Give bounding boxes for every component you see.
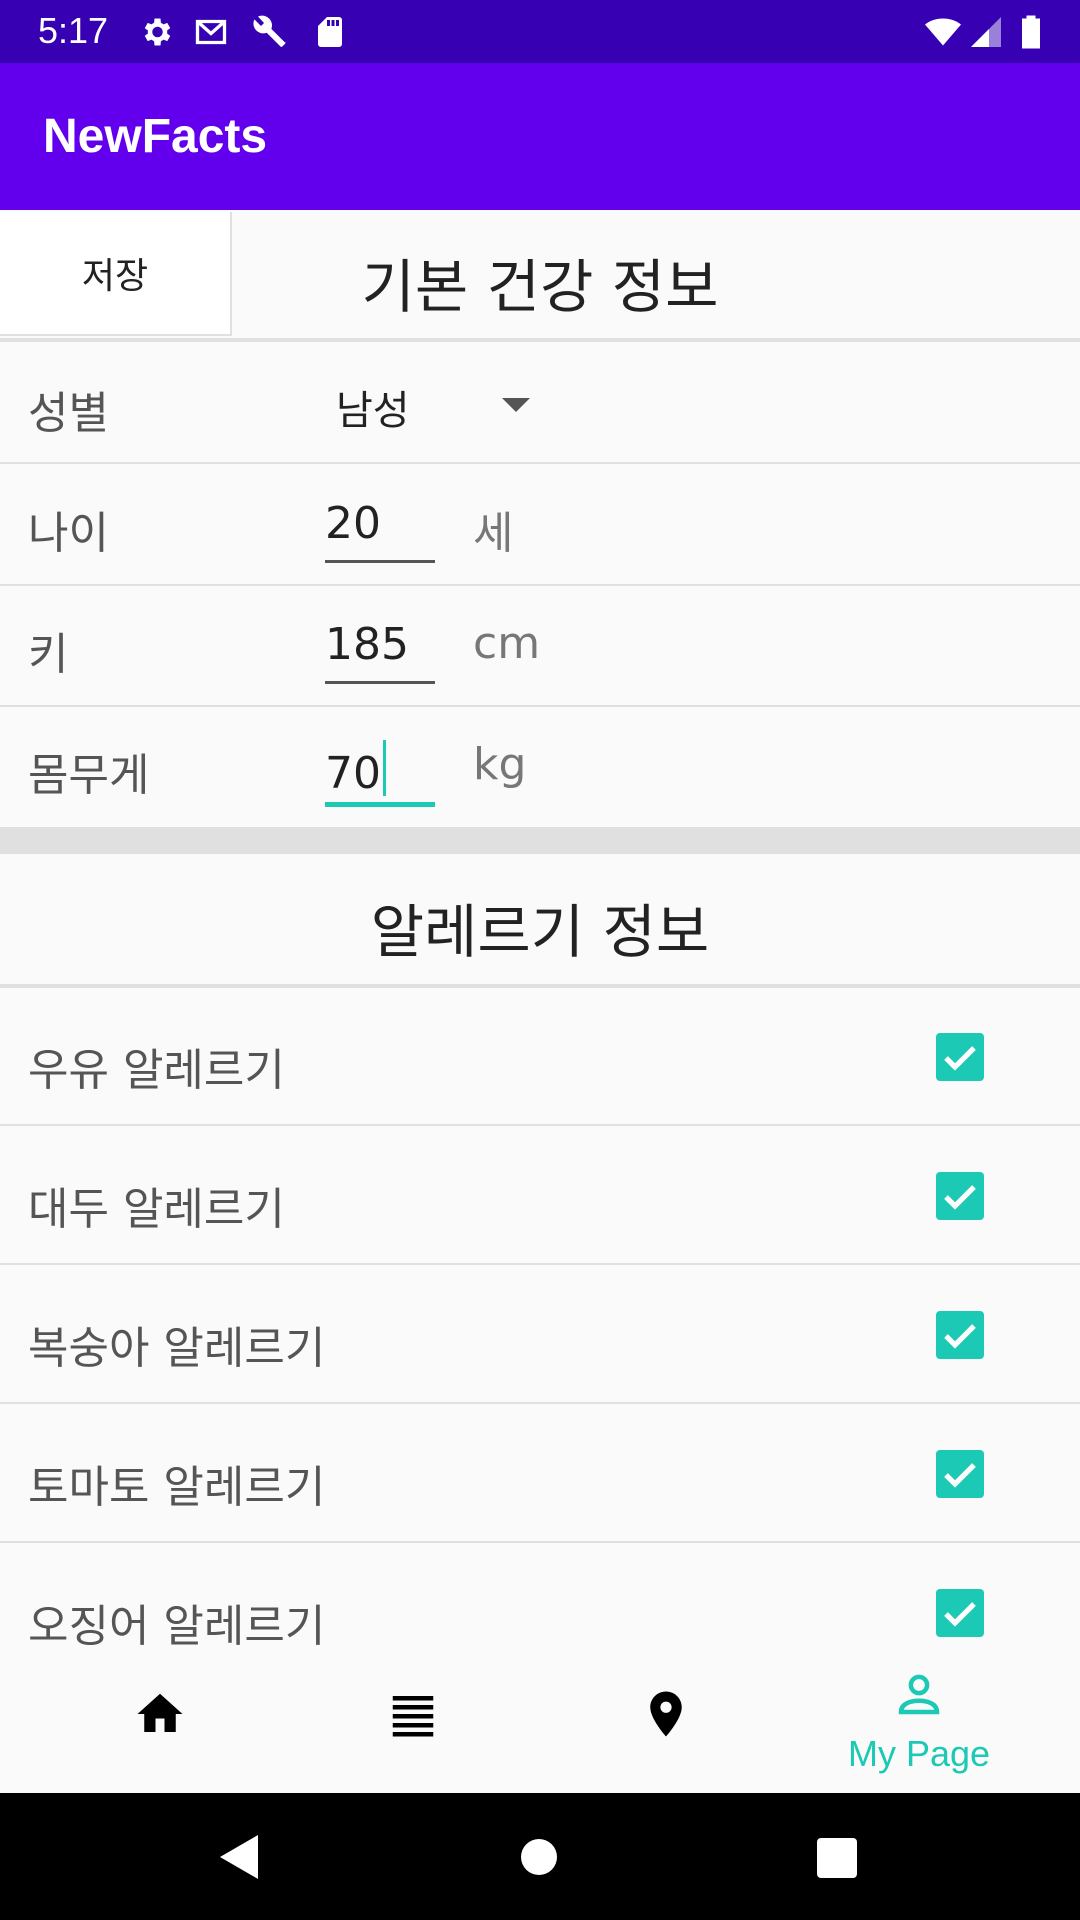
divider <box>0 338 1080 342</box>
signal-icon <box>971 17 1001 47</box>
wrench-icon <box>253 15 286 47</box>
gender-select[interactable]: 남성 <box>336 378 410 436</box>
checkmark-icon <box>944 1185 976 1210</box>
nav-map[interactable] <box>531 1645 801 1793</box>
allergy-label: 우유 알레르기 <box>28 1045 285 1096</box>
dropdown-arrow-icon[interactable] <box>502 398 530 412</box>
person-icon <box>898 1674 940 1715</box>
location-pin-icon <box>650 1691 682 1737</box>
divider <box>0 584 1080 586</box>
divider <box>0 1541 1080 1543</box>
weight-label: 몸무게 <box>28 750 150 801</box>
settings-icon <box>144 18 171 46</box>
divider <box>0 1263 1080 1265</box>
status-bar: 5:17 <box>0 0 1080 63</box>
status-time: 5:17 <box>38 10 109 51</box>
list-icon <box>392 1696 434 1737</box>
basic-health-title: 기본 건강 정보 <box>361 253 719 321</box>
home-icon <box>137 1693 183 1732</box>
gmail-icon <box>195 19 227 45</box>
weight-input-underline <box>325 802 435 807</box>
allergy-label: 토마토 알레르기 <box>28 1462 326 1513</box>
age-label: 나이 <box>28 508 109 559</box>
allergy-title: 알레르기 정보 <box>370 898 710 966</box>
weight-input-value: 70 <box>325 748 381 799</box>
height-unit: cm <box>473 618 541 669</box>
app-title: NewFacts <box>43 110 268 163</box>
section-separator <box>0 827 1080 854</box>
checkmark-icon <box>944 1046 976 1071</box>
back-icon[interactable] <box>218 1833 260 1881</box>
divider <box>0 462 1080 464</box>
app-bar: NewFacts <box>0 63 1080 210</box>
allergy-row[interactable]: 복숭아 알레르기 <box>0 1266 1080 1404</box>
bottom-navigation: My Page <box>0 1645 1080 1793</box>
checkmark-icon <box>944 1324 976 1349</box>
recents-icon[interactable] <box>817 1838 857 1878</box>
nav-home[interactable] <box>25 1645 295 1793</box>
allergy-row[interactable]: 토마토 알레르기 <box>0 1405 1080 1543</box>
divider <box>0 1124 1080 1126</box>
height-input-underline <box>325 681 435 684</box>
allergy-label: 대두 알레르기 <box>28 1184 285 1235</box>
battery-icon <box>1022 15 1040 49</box>
age-input[interactable]: 20 <box>325 498 381 549</box>
age-input-underline <box>325 560 435 563</box>
home-button-icon[interactable] <box>520 1838 558 1876</box>
checkmark-icon <box>944 1463 976 1488</box>
nav-list[interactable] <box>278 1645 548 1793</box>
weight-input[interactable]: 70 <box>325 740 386 799</box>
divider <box>0 1402 1080 1404</box>
allergy-row[interactable]: 우유 알레르기 <box>0 988 1080 1126</box>
gender-label: 성별 <box>28 388 109 439</box>
allergy-checkbox[interactable] <box>936 1589 984 1637</box>
text-cursor <box>383 740 386 796</box>
height-input[interactable]: 185 <box>325 619 409 670</box>
checkmark-icon <box>944 1602 976 1627</box>
weight-unit: kg <box>473 739 527 790</box>
nav-my-page[interactable]: My Page <box>784 1645 1054 1793</box>
allergy-row[interactable]: 대두 알레르기 <box>0 1127 1080 1265</box>
sd-card-icon <box>318 17 342 47</box>
system-navigation-bar <box>0 1793 1080 1920</box>
allergy-checkbox[interactable] <box>936 1172 984 1220</box>
allergy-label: 복숭아 알레르기 <box>28 1323 326 1374</box>
nav-my-page-label: My Page <box>847 1733 991 1774</box>
allergy-checkbox[interactable] <box>936 1033 984 1081</box>
allergy-checkbox[interactable] <box>936 1311 984 1359</box>
age-unit: 세 <box>473 508 514 559</box>
wifi-icon <box>925 18 961 46</box>
height-label: 키 <box>28 629 69 680</box>
allergy-checkbox[interactable] <box>936 1450 984 1498</box>
divider <box>0 705 1080 707</box>
